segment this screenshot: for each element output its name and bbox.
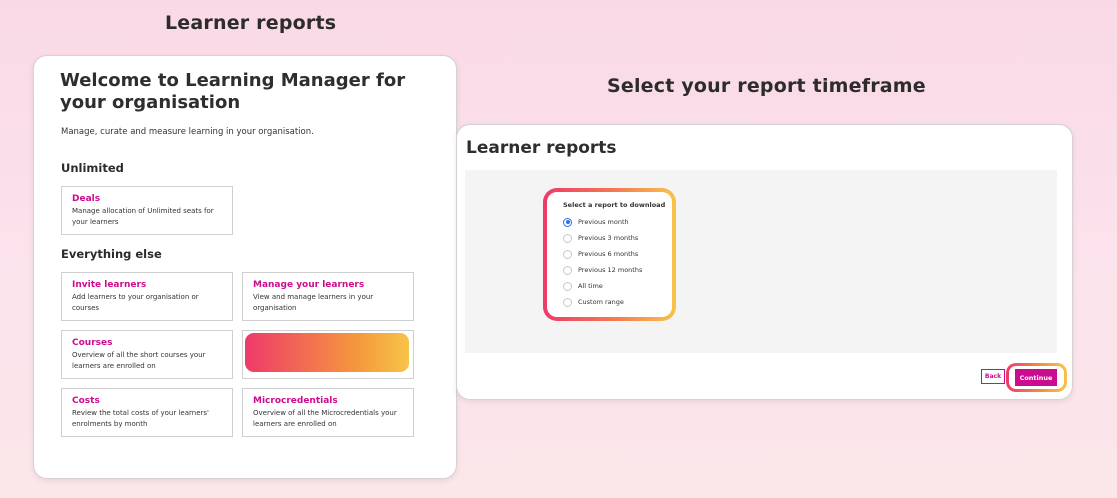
radio-button-selected[interactable] xyxy=(563,217,572,227)
tile-title[interactable]: Courses xyxy=(72,338,222,348)
radio-custom-range[interactable]: Custom range xyxy=(563,297,624,307)
report-options-panel: Select a report to download Previous mon… xyxy=(465,170,1057,353)
radio-label[interactable]: Previous 12 months xyxy=(578,266,642,274)
radio-label[interactable]: All time xyxy=(578,282,603,290)
tile-description: CSV report to review all course enrolmen… xyxy=(253,351,362,370)
radio-button[interactable] xyxy=(563,297,572,307)
tile-description: View and manage learners in your organis… xyxy=(253,293,374,312)
tile-manage-learners[interactable]: Manage your learners View and manage lea… xyxy=(242,272,414,321)
radio-button[interactable] xyxy=(563,265,572,275)
radio-button[interactable] xyxy=(563,281,572,291)
tile-description: Manage allocation of Unlimited seats for… xyxy=(72,207,214,226)
page-subtitle: Manage, curate and measure learning in y… xyxy=(61,127,314,137)
tile-invite-learners[interactable]: Invite learners Add learners to your org… xyxy=(61,272,233,321)
radio-button[interactable] xyxy=(563,249,572,259)
radio-previous-3-months[interactable]: Previous 3 months xyxy=(563,233,638,243)
timeframe-radio-group: Select a report to download Previous mon… xyxy=(543,188,676,321)
radio-all-time[interactable]: All time xyxy=(563,281,603,291)
tile-title[interactable]: Manage your learners xyxy=(253,280,403,290)
tile-description: Overview of all the short courses your l… xyxy=(72,351,206,370)
tile-courses[interactable]: Courses Overview of all the short course… xyxy=(61,330,233,379)
radio-label[interactable]: Previous month xyxy=(578,218,629,226)
report-page-title: Learner reports xyxy=(466,138,617,158)
tile-title[interactable]: Deals xyxy=(72,194,222,204)
tile-costs[interactable]: Costs Review the total costs of your lea… xyxy=(61,388,233,437)
learner-reports-card: Learner reports Select a report to downl… xyxy=(456,124,1073,400)
tile-microcredentials[interactable]: Microcredentials Overview of all the Mic… xyxy=(242,388,414,437)
radio-label[interactable]: Custom range xyxy=(578,298,624,306)
radio-button[interactable] xyxy=(563,233,572,243)
radio-label[interactable]: Previous 3 months xyxy=(578,234,638,242)
radio-group-label: Select a report to download xyxy=(563,201,666,209)
section-heading-unlimited: Unlimited xyxy=(61,161,124,175)
caption-select-timeframe: Select your report timeframe xyxy=(607,75,926,97)
tile-description: Overview of all the Microcredentials you… xyxy=(253,409,397,428)
radio-previous-12-months[interactable]: Previous 12 months xyxy=(563,265,642,275)
radio-previous-month[interactable]: Previous month xyxy=(563,217,629,227)
tile-title[interactable]: Learner reports xyxy=(253,338,403,348)
tile-learner-reports[interactable]: Learner reports CSV report to review all… xyxy=(242,330,414,379)
tile-deals[interactable]: Deals Manage allocation of Unlimited sea… xyxy=(61,186,233,235)
tile-description: Review the total costs of your learners'… xyxy=(72,409,209,428)
back-button[interactable]: Back xyxy=(981,369,1005,384)
tile-description: Add learners to your organisation or cou… xyxy=(72,293,199,312)
page-title: Welcome to Learning Manager for your org… xyxy=(60,70,406,113)
section-heading-everything-else: Everything else xyxy=(61,247,162,261)
continue-button[interactable]: Continue xyxy=(1015,369,1057,386)
learning-manager-card: Welcome to Learning Manager for your org… xyxy=(33,55,457,479)
radio-previous-6-months[interactable]: Previous 6 months xyxy=(563,249,638,259)
tile-title[interactable]: Invite learners xyxy=(72,280,222,290)
caption-learner-reports: Learner reports xyxy=(165,12,337,34)
tile-title[interactable]: Costs xyxy=(72,396,222,406)
radio-label[interactable]: Previous 6 months xyxy=(578,250,638,258)
tile-title[interactable]: Microcredentials xyxy=(253,396,403,406)
highlight-continue: Continue xyxy=(1006,363,1067,392)
